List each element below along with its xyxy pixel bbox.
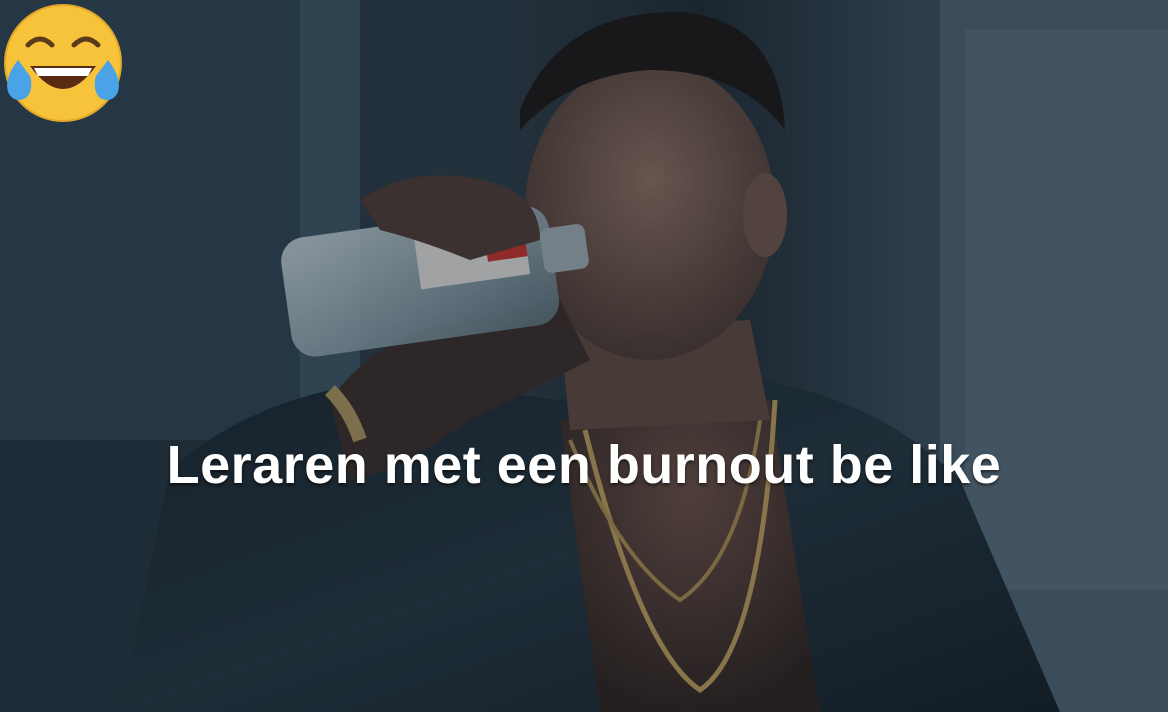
vignette <box>0 0 1168 712</box>
photo-scene <box>0 0 1168 712</box>
meme-image: Leraren met een burnout be like <box>0 0 1168 712</box>
face-with-tears-of-joy-icon <box>4 4 122 122</box>
meme-caption: Leraren met een burnout be like <box>166 435 1002 495</box>
